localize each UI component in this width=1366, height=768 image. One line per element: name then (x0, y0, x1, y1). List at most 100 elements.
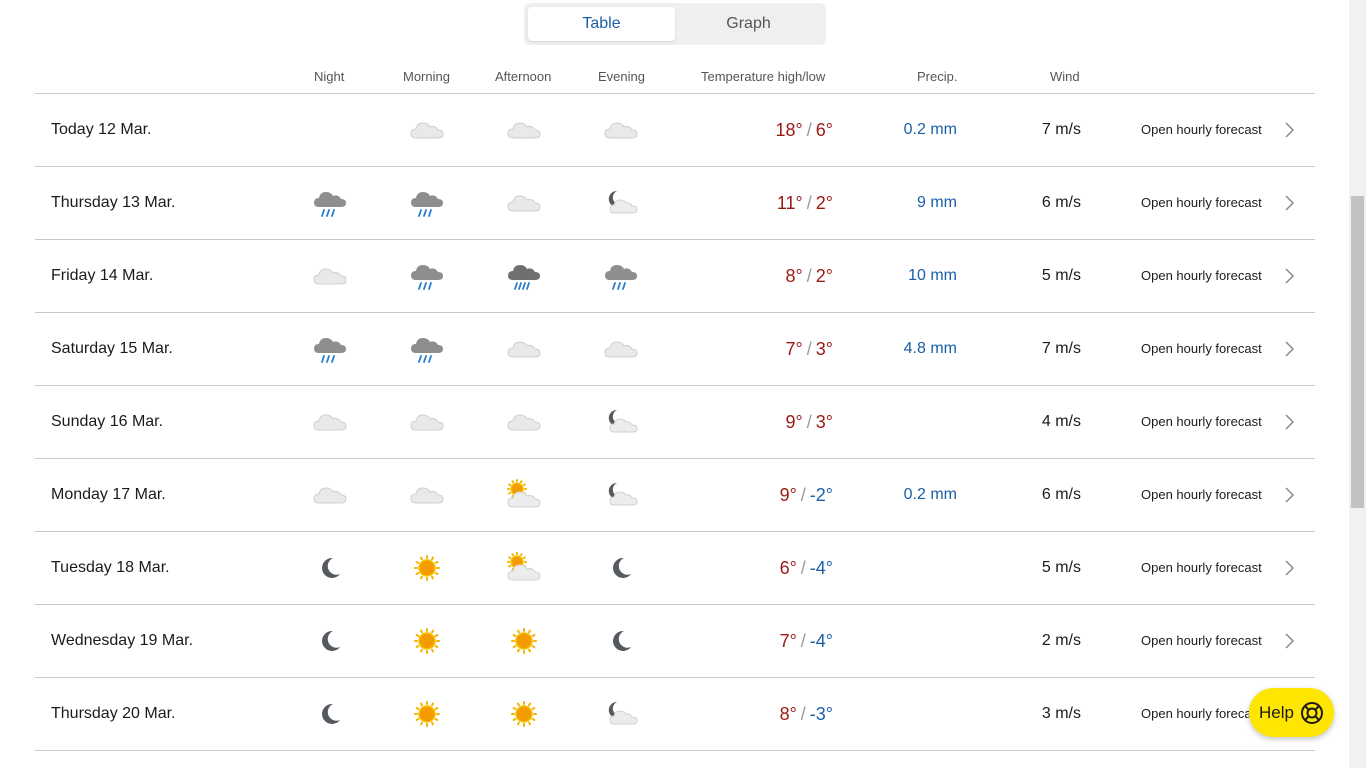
wind-speed: 7 m/s (1041, 340, 1081, 357)
rain-icon (605, 265, 637, 290)
temperature-high: 7° (785, 339, 803, 359)
open-hourly-forecast-link[interactable]: Open hourly forecast (1141, 122, 1262, 137)
column-night: Night (314, 69, 345, 84)
table-row[interactable]: Friday 14 Mar. 8°/2° 10 mm 5 m/s Open hourly… (35, 240, 1315, 313)
rain-icon (411, 338, 443, 363)
open-hourly-forecast-link[interactable]: Open hourly forecast (1141, 414, 1262, 429)
table-row[interactable]: Thursday 20 Mar. 8° / -3° 3 m/s Open hourly f… (35, 678, 1315, 751)
table-header: Night Morning Afternoon Evening Temperat… (35, 59, 1315, 94)
view-toggle: Table Graph (524, 3, 826, 45)
temperature-low: 3° (815, 412, 833, 432)
chevron-right-icon[interactable] (1281, 340, 1297, 358)
column-afternoon: Afternoon (495, 69, 552, 84)
wind-speed: 3 m/s (1041, 705, 1081, 722)
table-row[interactable]: Wednesday 19 Mar. 7° / -4° 2 m/s Open hourly … (35, 605, 1315, 678)
partly-cloudy-night-icon (608, 701, 638, 725)
rain-icon (411, 265, 443, 290)
open-hourly-forecast-link[interactable]: Open hourly forecast (1141, 487, 1262, 502)
wind-speed: 6 m/s (1041, 194, 1081, 211)
row-date: Today 12 Mar. (51, 121, 152, 138)
cloudy-icon (313, 487, 347, 504)
wind-speed: 5 m/s (1041, 267, 1081, 284)
partly-cloudy-night-icon (608, 409, 638, 433)
open-hourly-forecast-link[interactable]: Open hourly forecast (1141, 341, 1262, 356)
temperature-separator: / (800, 631, 806, 651)
column-morning: Morning (403, 69, 450, 84)
table-row[interactable]: Thursday 13 Mar. 11°/2° 9 mm 6 m/s Open hour… (35, 167, 1315, 240)
temperature-high-low: 8°/2° (786, 266, 833, 287)
table-row[interactable]: Sunday 16 Mar. 9°/3° 4 m/s Open hourly fore… (35, 386, 1315, 459)
temperature-high-low: 9° / -2° (780, 485, 833, 506)
table-body: Today 12 Mar. 18°/6° 0.2 mm 7 m/s Open hourl… (35, 94, 1315, 751)
partly-cloudy-night-icon (608, 190, 638, 214)
row-date: Monday 17 Mar. (51, 486, 166, 503)
temperature-low: 3° (815, 339, 833, 359)
help-button[interactable]: Help (1249, 688, 1334, 737)
wind-speed: 2 m/s (1041, 632, 1081, 649)
table-row[interactable]: Saturday 15 Mar. 7°/3° 4.8 mm 7 m/s Open hou… (35, 313, 1315, 386)
wind-speed: 6 m/s (1041, 486, 1081, 503)
clear-night-icon (322, 630, 340, 651)
clear-night-icon (322, 557, 340, 578)
precipitation: 0.2 mm (903, 486, 957, 503)
lifebuoy-icon (1300, 701, 1323, 724)
temperature-low: 2° (815, 266, 833, 286)
temperature-high-low: 18°/6° (776, 120, 833, 141)
temperature-separator: / (800, 558, 806, 578)
temperature-high-low: 7° / -4° (780, 631, 833, 652)
table-tab[interactable]: Table (528, 7, 675, 41)
temperature-separator: / (806, 266, 812, 286)
sun-icon (511, 628, 537, 654)
temperature-high: 18° (775, 120, 803, 140)
table-row[interactable]: Monday 17 Mar. 9° / -2° 0.2 mm 6 m/s Open hour… (35, 459, 1315, 532)
temperature-low: 2° (815, 193, 833, 213)
clear-night-icon (322, 703, 340, 724)
temperature-high-low: 11°/2° (777, 193, 833, 214)
open-hourly-forecast-link[interactable]: Open hourly forecast (1141, 706, 1262, 721)
heavy-rain-icon (508, 265, 540, 290)
table-row[interactable]: Today 12 Mar. 18°/6° 0.2 mm 7 m/s Open hourl… (35, 94, 1315, 167)
temperature-low: -3° (809, 704, 833, 724)
temperature-separator: / (800, 485, 806, 505)
graph-tab[interactable]: Graph (675, 7, 822, 41)
clear-night-icon (613, 557, 631, 578)
scrollbar-thumb[interactable] (1351, 196, 1364, 508)
chevron-right-icon[interactable] (1281, 413, 1297, 431)
temperature-separator: / (806, 412, 812, 432)
sun-icon (511, 701, 537, 727)
open-hourly-forecast-link[interactable]: Open hourly forecast (1141, 560, 1262, 575)
cloudy-icon (410, 487, 444, 504)
table-row[interactable]: Tuesday 18 Mar. 6° / -4° 5 m/s Open hourly fo… (35, 532, 1315, 605)
help-label: Help (1259, 702, 1294, 722)
chevron-right-icon[interactable] (1281, 559, 1297, 577)
chevron-right-icon[interactable] (1281, 267, 1297, 285)
cloudy-icon (507, 122, 541, 139)
column-precip: Precip. (917, 69, 958, 84)
cloudy-icon (604, 341, 638, 358)
partly-cloudy-day-icon (507, 479, 541, 508)
row-date: Thursday 20 Mar. (51, 705, 176, 722)
chevron-right-icon[interactable] (1281, 194, 1297, 212)
temperature-low: -4° (809, 558, 833, 578)
temperature-separator: / (800, 704, 806, 724)
row-date: Friday 14 Mar. (51, 267, 154, 284)
rain-icon (314, 338, 346, 363)
row-date: Sunday 16 Mar. (51, 413, 164, 430)
row-date: Saturday 15 Mar. (51, 340, 173, 357)
column-temperature: Temperature high/low (701, 69, 826, 84)
open-hourly-forecast-link[interactable]: Open hourly forecast (1141, 195, 1262, 210)
chevron-right-icon[interactable] (1281, 121, 1297, 139)
partly-cloudy-day-icon (507, 552, 541, 581)
cloudy-icon (410, 414, 444, 431)
forecast-table: Night Morning Afternoon Evening Temperat… (35, 59, 1315, 751)
temperature-high: 8° (779, 704, 797, 724)
partly-cloudy-night-icon (608, 482, 638, 506)
temperature-separator: / (806, 120, 812, 140)
chevron-right-icon[interactable] (1281, 632, 1297, 650)
chevron-right-icon[interactable] (1281, 486, 1297, 504)
temperature-low: -2° (809, 485, 833, 505)
open-hourly-forecast-link[interactable]: Open hourly forecast (1141, 268, 1262, 283)
open-hourly-forecast-link[interactable]: Open hourly forecast (1141, 633, 1262, 648)
temperature-high: 11° (776, 193, 803, 213)
cloudy-icon (410, 122, 444, 139)
